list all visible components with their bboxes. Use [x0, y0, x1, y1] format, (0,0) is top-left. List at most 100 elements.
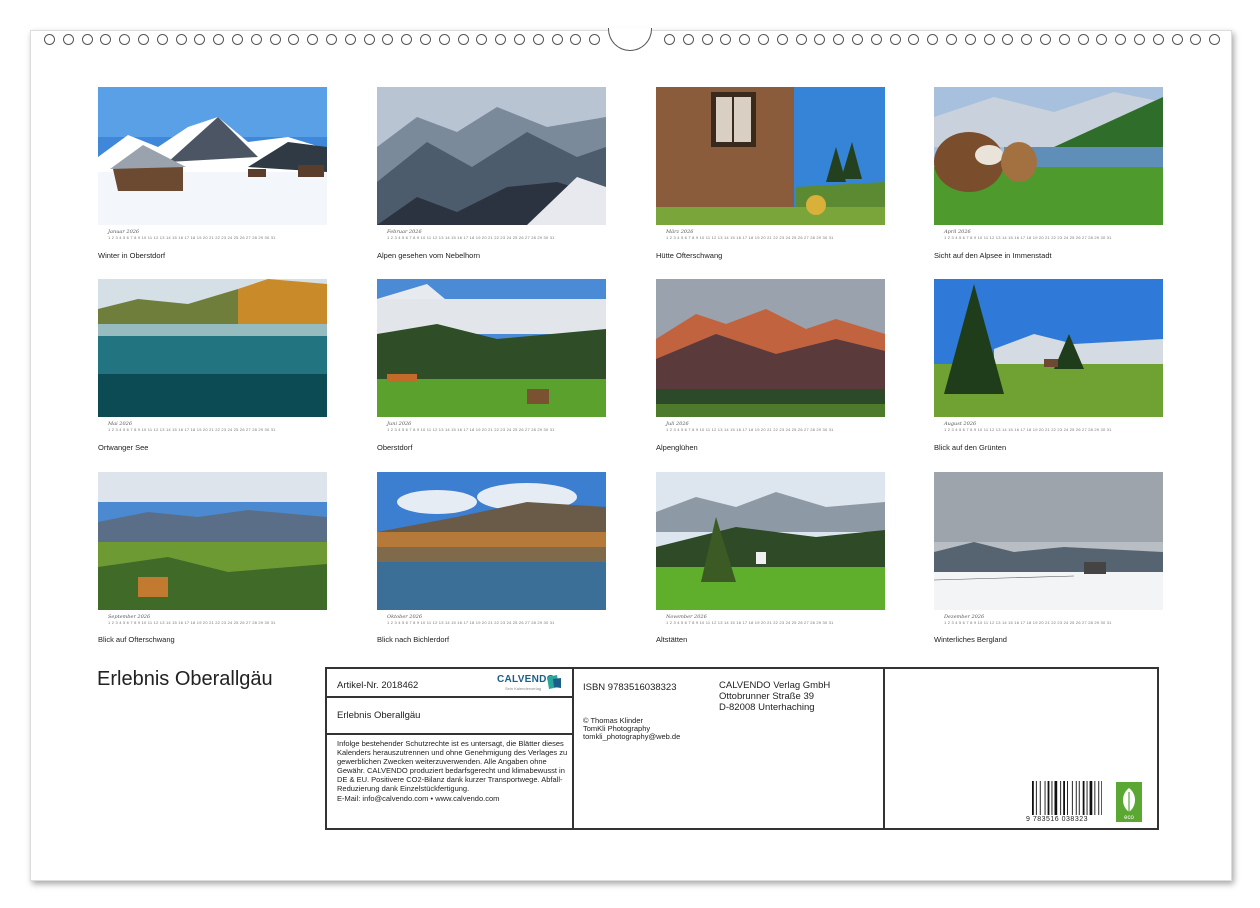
- binding-ring: [833, 34, 845, 45]
- binding-ring: [1152, 34, 1164, 45]
- binding-ring: [420, 34, 431, 45]
- photo-april: [934, 87, 1163, 225]
- binding-ring: [946, 34, 957, 45]
- binding-ring: [589, 34, 601, 45]
- binding-ring: [1134, 34, 1145, 45]
- binding-ring: [119, 34, 131, 45]
- binding-ring: [138, 34, 149, 45]
- binding-ring: [1002, 34, 1014, 45]
- binding-ring: [326, 34, 337, 45]
- photo-november: [656, 472, 885, 610]
- photo-february: [377, 87, 606, 225]
- photo-september: [98, 472, 327, 610]
- binding-ring: [1115, 34, 1127, 45]
- month-calendar-strip: April 2026 1 2 3 4 5 6 7 8 9 10 11 12 13 …: [934, 229, 1163, 241]
- binding-ring: [814, 34, 826, 45]
- binding-ring: [363, 34, 375, 45]
- photo-january: [98, 87, 327, 225]
- binding-ring: [701, 34, 713, 45]
- photo-october: [377, 472, 606, 610]
- binding-ring: [570, 34, 582, 45]
- month-calendar-strip: Mai 2026 1 2 3 4 5 6 7 8 9 10 11 12 13 14…: [98, 421, 327, 433]
- photo-caption: Blick auf den Grünten: [934, 443, 1007, 452]
- article-number: Artikel-Nr. 2018462: [337, 680, 419, 691]
- month-calendar-strip: Juni 2026 1 2 3 4 5 6 7 8 9 10 11 12 13 1…: [377, 421, 606, 433]
- binding-ring: [438, 34, 450, 45]
- binding-ring: [776, 34, 788, 45]
- month-calendar-strip: Oktober 2026 1 2 3 4 5 6 7 8 9 10 11 12 1…: [377, 614, 606, 626]
- binding-ring: [1040, 34, 1051, 45]
- day-numbers: 1 2 3 4 5 6 7 8 9 10 11 12 13 14 15 16 1…: [108, 620, 276, 625]
- month-calendar-strip: Februar 2026 1 2 3 4 5 6 7 8 9 10 11 12 1…: [377, 229, 606, 241]
- binding-ring: [495, 34, 507, 45]
- binding-ring: [1096, 34, 1108, 45]
- binding-ring: [758, 34, 769, 45]
- calendar-title: Erlebnis Oberallgäu: [97, 668, 273, 690]
- day-numbers: 1 2 3 4 5 6 7 8 9 10 11 12 13 14 15 16 1…: [108, 427, 276, 432]
- binding-ring: [514, 34, 525, 45]
- binding-ring: [964, 34, 976, 45]
- binding-ring: [100, 34, 112, 45]
- photo-may: [98, 279, 327, 417]
- photo-december: [934, 472, 1163, 610]
- binding-ring: [1021, 34, 1033, 45]
- binding-ring: [44, 34, 55, 45]
- publisher-street: Ottobrunner Straße 39: [719, 691, 815, 702]
- barcode-number: 9 783516 038323: [1026, 816, 1088, 823]
- binding-ring: [401, 34, 413, 45]
- photo-caption: Winter in Oberstdorf: [98, 251, 166, 260]
- isbn: ISBN 9783516038323: [583, 682, 677, 693]
- photo-caption: Blick nach Bichlerdorf: [377, 635, 450, 644]
- eco-label-icon: eco: [1116, 782, 1142, 822]
- month-calendar-strip: Dezember 2026 1 2 3 4 5 6 7 8 9 10 11 12 …: [934, 614, 1163, 626]
- info-box: Artikel-Nr. 2018462 CALVENDO Sein Kalend…: [325, 667, 1159, 830]
- binding-ring: [81, 34, 93, 45]
- binding-ring: [682, 34, 694, 45]
- binding-ring: [288, 34, 300, 45]
- binding-ring: [1190, 34, 1202, 45]
- photo-june: [377, 279, 606, 417]
- calvendo-logo-icon: [547, 675, 561, 689]
- photo-caption: Alpenglühen: [656, 443, 698, 452]
- legal-text: Infolge bestehender Schutzrechte ist es …: [337, 739, 568, 793]
- photo-july: [656, 279, 885, 417]
- binding-ring: [1077, 34, 1089, 45]
- month-calendar-strip: Juli 2026 1 2 3 4 5 6 7 8 9 10 11 12 13 1…: [656, 421, 885, 433]
- day-numbers: 1 2 3 4 5 6 7 8 9 10 11 12 13 14 15 16 1…: [666, 235, 834, 240]
- day-numbers: 1 2 3 4 5 6 7 8 9 10 11 12 13 14 15 16 1…: [387, 427, 555, 432]
- binding-ring: [720, 34, 732, 45]
- binding-ring: [269, 34, 281, 45]
- binding-ring: [232, 34, 243, 45]
- binding-ring: [795, 34, 807, 45]
- binding-ring: [457, 34, 469, 45]
- binding-ring: [307, 34, 319, 45]
- binding-ring: [739, 34, 751, 45]
- binding-ring: [889, 34, 901, 45]
- binding-ring: [156, 34, 168, 45]
- month-calendar-strip: Januar 2026 1 2 3 4 5 6 7 8 9 10 11 12 13…: [98, 229, 327, 241]
- day-numbers: 1 2 3 4 5 6 7 8 9 10 11 12 13 14 15 16 1…: [666, 427, 834, 432]
- month-calendar-strip: März 2026 1 2 3 4 5 6 7 8 9 10 11 12 13 1…: [656, 229, 885, 241]
- day-numbers: 1 2 3 4 5 6 7 8 9 10 11 12 13 14 15 16 1…: [666, 620, 834, 625]
- binding-ring: [1209, 34, 1221, 45]
- day-numbers: 1 2 3 4 5 6 7 8 9 10 11 12 13 14 15 16 1…: [108, 235, 276, 240]
- photo-caption: Oberstdorf: [377, 443, 413, 452]
- binding-ring: [870, 34, 882, 45]
- publisher-city: D-82008 Unterhaching: [719, 702, 815, 713]
- photo-august: [934, 279, 1163, 417]
- month-calendar-strip: August 2026 1 2 3 4 5 6 7 8 9 10 11 12 13…: [934, 421, 1163, 433]
- binding-ring: [852, 34, 863, 45]
- binding-ring: [250, 34, 262, 45]
- binding-ring: [532, 34, 544, 45]
- photo-caption: Blick auf Ofterschwang: [98, 635, 175, 644]
- barcode-icon: [1032, 781, 1102, 815]
- day-numbers: 1 2 3 4 5 6 7 8 9 10 11 12 13 14 15 16 1…: [387, 620, 555, 625]
- month-calendar-strip: November 2026 1 2 3 4 5 6 7 8 9 10 11 12 …: [656, 614, 885, 626]
- binding-ring: [908, 34, 920, 45]
- binding-ring: [62, 34, 74, 45]
- binding-ring: [664, 34, 675, 45]
- photo-caption: Sicht auf den Alpsee in Immenstadt: [934, 251, 1052, 260]
- binding-ring: [382, 34, 394, 45]
- day-numbers: 1 2 3 4 5 6 7 8 9 10 11 12 13 14 15 16 1…: [387, 235, 555, 240]
- photo-caption: Alpen gesehen vom Nebelhorn: [377, 251, 480, 260]
